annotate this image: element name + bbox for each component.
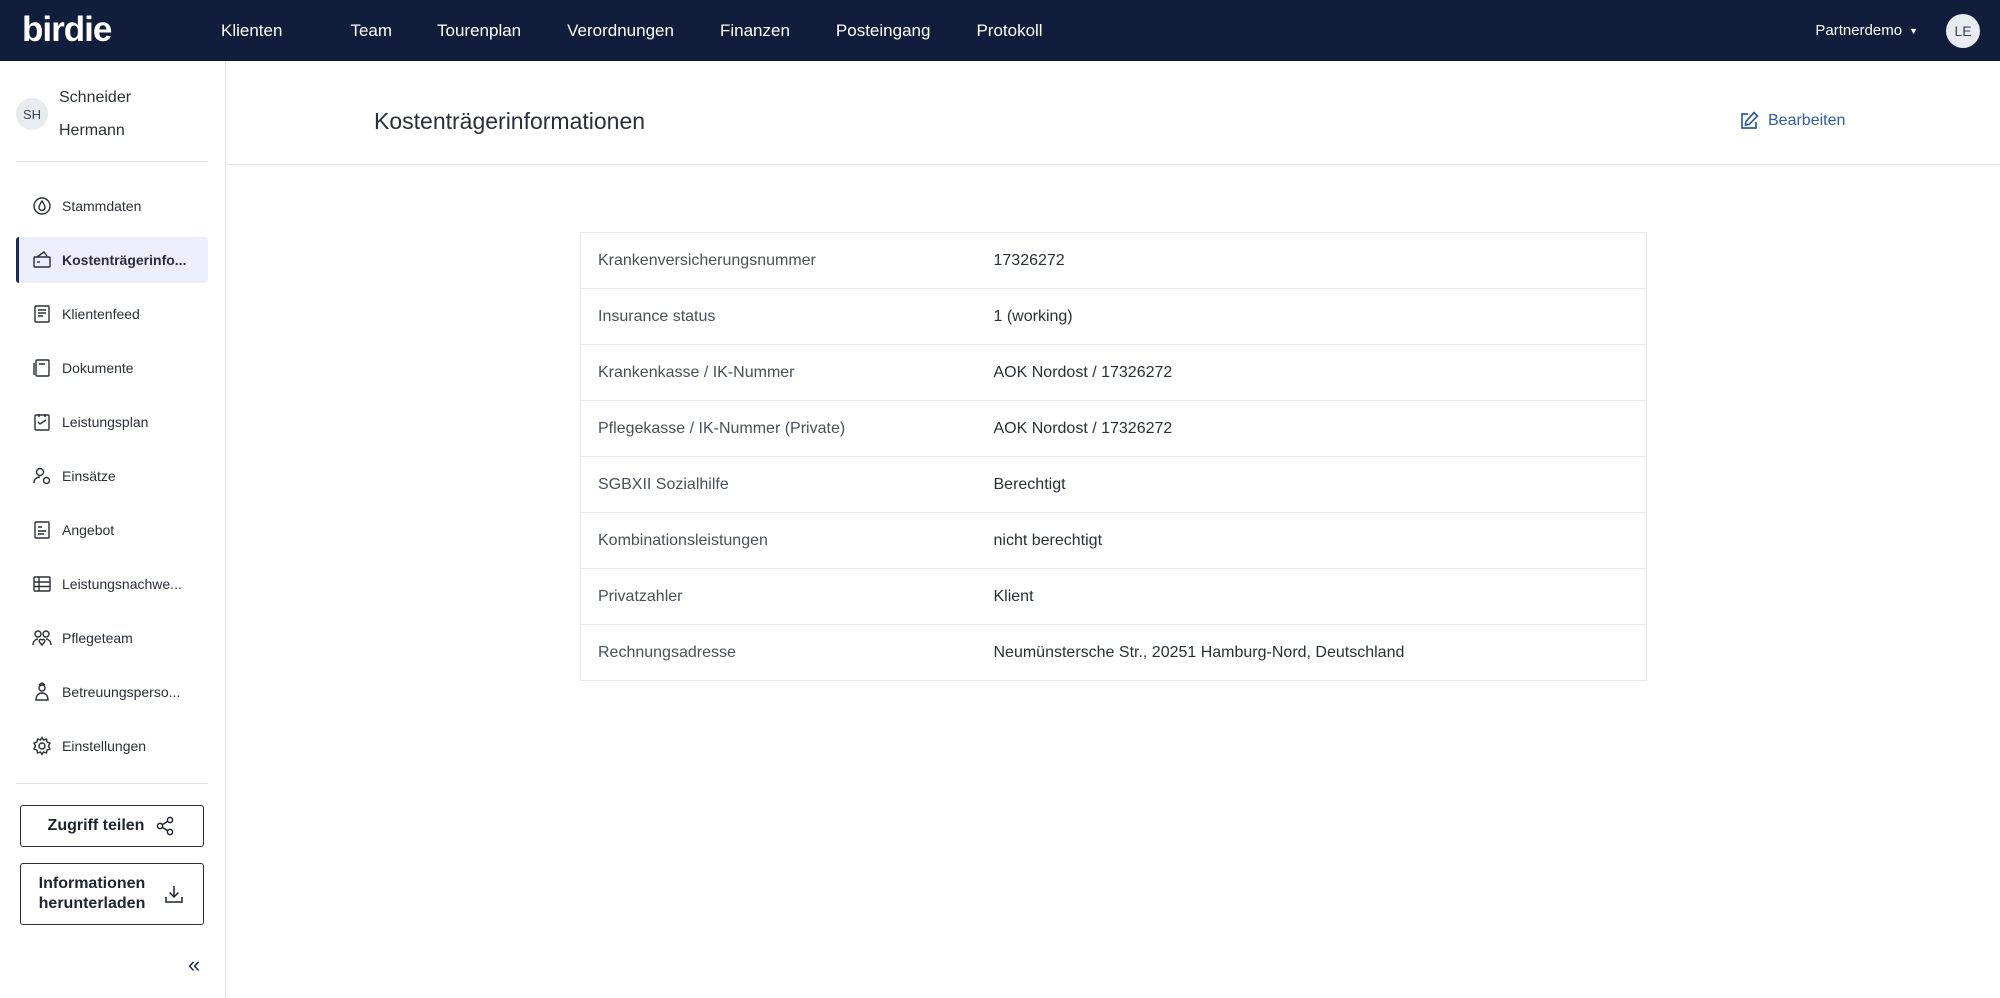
sidebar-item-label: Betreuungsperso... xyxy=(62,684,181,700)
gear-icon xyxy=(31,735,53,757)
sidebar-item-label: Angebot xyxy=(62,522,115,538)
client-sidebar: SH Schneider Hermann Stammdaten Kostentr… xyxy=(0,61,226,998)
user-avatar[interactable]: LE xyxy=(1946,13,1980,48)
main-nav: Klienten Team Tourenplan Verordnungen Fi… xyxy=(198,0,1066,61)
top-navigation-bar: birdie Klienten Team Tourenplan Verordnu… xyxy=(0,0,2000,61)
sidebar-item-label: Einstellungen xyxy=(62,738,147,754)
table-row: Privatzahler Klient xyxy=(580,569,1647,625)
row-value: nicht berechtigt xyxy=(993,531,1103,549)
share-icon xyxy=(157,816,174,836)
table-row: Krankenversicherungsnummer 17326272 xyxy=(580,233,1647,289)
collapse-sidebar-icon[interactable]: « xyxy=(188,952,200,978)
sidebar-item-stammdaten[interactable]: Stammdaten xyxy=(16,183,208,229)
edit-label: Bearbeiten xyxy=(1768,112,1846,129)
client-last-name: Schneider xyxy=(59,89,132,106)
offer-icon xyxy=(31,519,53,541)
row-key: Krankenversicherungsnummer xyxy=(598,251,816,269)
user-area: Partnerdemo ▼ LE xyxy=(1815,0,1980,61)
edit-button[interactable]: Bearbeiten xyxy=(1738,110,1845,132)
download-line-2: herunterladen xyxy=(38,895,146,912)
row-value: 1 (working) xyxy=(993,307,1073,325)
sidebar-divider xyxy=(16,161,208,162)
row-key: Krankenkasse / IK-Nummer xyxy=(598,363,795,381)
page-title: Kostenträgerinformationen xyxy=(374,108,646,134)
download-line-1: Informationen xyxy=(38,875,146,892)
sidebar-item-einsaetze[interactable]: Einsätze xyxy=(16,453,208,499)
sidebar-item-label: Klientenfeed xyxy=(62,306,140,322)
row-key: Privatzahler xyxy=(598,587,683,605)
download-info-button[interactable]: Informationen herunterladen xyxy=(20,863,204,925)
client-name: Schneider Hermann xyxy=(59,81,131,147)
nav-tourenplan[interactable]: Tourenplan xyxy=(414,0,544,61)
download-icon xyxy=(165,886,184,903)
team-icon xyxy=(31,627,53,649)
nav-protokoll[interactable]: Protokoll xyxy=(953,0,1065,61)
sidebar-item-einstellungen[interactable]: Einstellungen xyxy=(16,723,208,769)
visits-icon xyxy=(31,465,53,487)
row-key: Kombinationsleistungen xyxy=(598,531,768,549)
sidebar-item-label: Kostenträgerinfo... xyxy=(62,252,187,268)
sidebar-menu: Stammdaten Kostenträgerinfo... Klientenf… xyxy=(16,183,208,777)
sidebar-item-label: Einsätze xyxy=(62,468,116,484)
row-value: AOK Nordost / 17326272 xyxy=(993,419,1173,437)
page-header: Kostenträgerinformationen Bearbeiten xyxy=(227,61,2000,165)
sidebar-item-leistungsnachweis[interactable]: Leistungsnachwe... xyxy=(16,561,208,607)
document-icon xyxy=(31,357,53,379)
table-row: Rechnungsadresse Neumünstersche Str., 20… xyxy=(581,625,1647,681)
client-header: SH Schneider Hermann xyxy=(16,81,208,147)
edit-icon xyxy=(1741,111,1759,129)
sidebar-item-label: Dokumente xyxy=(62,360,134,376)
row-value: Neumünstersche Str., 20251 Hamburg-Nord,… xyxy=(993,643,1405,661)
sidebar-item-angebot[interactable]: Angebot xyxy=(16,507,208,553)
feed-icon xyxy=(31,303,53,325)
table-row: Insurance status 1 (working) xyxy=(580,289,1647,345)
sidebar-item-leistungsplan[interactable]: Leistungsplan xyxy=(16,399,208,445)
sidebar-item-dokumente[interactable]: Dokumente xyxy=(16,345,208,391)
sidebar-item-label: Leistungsnachwe... xyxy=(62,576,182,592)
row-key: Rechnungsadresse xyxy=(598,643,736,661)
table-row: Krankenkasse / IK-Nummer AOK Nordost / 1… xyxy=(580,345,1647,401)
sidebar-item-kostentraeger[interactable]: Kostenträgerinfo... xyxy=(16,237,208,283)
row-key: SGBXII Sozialhilfe xyxy=(598,475,729,493)
card-icon xyxy=(31,249,53,271)
table-row: Kombinationsleistungen nicht berechtigt xyxy=(580,513,1647,569)
share-access-label: Zugriff teilen xyxy=(47,817,145,834)
sidebar-item-label: Leistungsplan xyxy=(62,414,149,430)
table-row: SGBXII Sozialhilfe Berechtigt xyxy=(580,457,1647,513)
sidebar-item-klientenfeed[interactable]: Klientenfeed xyxy=(16,291,208,337)
row-key: Pflegekasse / IK-Nummer (Private) xyxy=(598,419,846,437)
table-icon xyxy=(31,573,53,595)
nav-team[interactable]: Team xyxy=(305,0,414,61)
client-avatar: SH xyxy=(16,98,48,130)
row-key: Insurance status xyxy=(598,307,716,325)
nav-klienten[interactable]: Klienten xyxy=(198,0,305,61)
row-value: Klient xyxy=(993,587,1034,605)
client-first-name: Hermann xyxy=(59,122,125,139)
download-info-label: Informationen herunterladen xyxy=(39,874,146,914)
row-value: AOK Nordost / 17326272 xyxy=(993,363,1173,381)
partner-label: Partnerdemo xyxy=(1815,22,1903,39)
caret-down-icon: ▼ xyxy=(1909,25,1918,36)
plan-icon xyxy=(31,411,53,433)
birdie-logo[interactable]: birdie xyxy=(22,8,112,52)
sidebar-item-pflegeteam[interactable]: Pflegeteam xyxy=(16,615,208,661)
sidebar-item-betreuungspersonen[interactable]: Betreuungsperso... xyxy=(16,669,208,715)
caregiver-icon xyxy=(31,681,53,703)
nav-verordnungen[interactable]: Verordnungen xyxy=(544,0,697,61)
sidebar-item-label: Pflegeteam xyxy=(62,630,133,646)
nav-finanzen[interactable]: Finanzen xyxy=(697,0,813,61)
table-row: Pflegekasse / IK-Nummer (Private) AOK No… xyxy=(580,401,1647,457)
sidebar-divider xyxy=(16,783,208,784)
drop-icon xyxy=(31,195,53,217)
insurance-info-table: Krankenversicherungsnummer 17326272 Insu… xyxy=(580,232,1647,681)
partner-dropdown[interactable]: Partnerdemo ▼ xyxy=(1815,22,1918,39)
sidebar-item-label: Stammdaten xyxy=(62,198,142,214)
row-value: Berechtigt xyxy=(993,475,1066,493)
share-access-button[interactable]: Zugriff teilen xyxy=(20,805,204,847)
row-value: 17326272 xyxy=(993,251,1065,269)
nav-posteingang[interactable]: Posteingang xyxy=(813,0,954,61)
